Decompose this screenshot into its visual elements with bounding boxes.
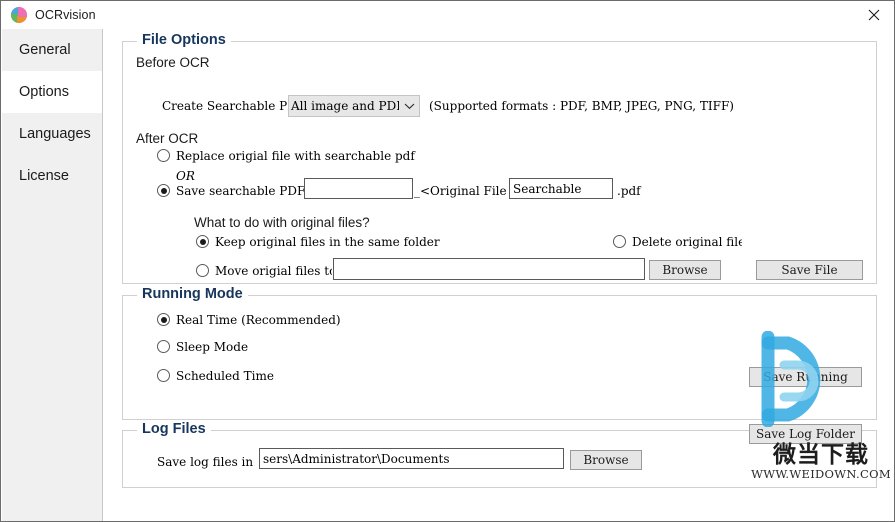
sleep-mode-radio[interactable]	[157, 340, 170, 353]
sidebar: General Options Languages License	[2, 29, 103, 521]
sidebar-item-general[interactable]: General	[2, 29, 102, 71]
log-path-input[interactable]: sers\Administrator\Documents	[259, 448, 564, 469]
log-files-title: Log Files	[137, 421, 211, 437]
sidebar-item-label: Options	[19, 84, 69, 100]
sleep-mode-label: Sleep Mode	[176, 340, 249, 354]
close-icon	[868, 9, 880, 21]
delete-original-radio[interactable]	[613, 235, 626, 248]
chevron-down-icon	[399, 102, 419, 110]
content-area: File Options Before OCR Create Searchabl…	[104, 29, 894, 521]
browse-log-path-button[interactable]: Browse	[570, 450, 642, 470]
keep-original-radio[interactable]	[196, 235, 209, 248]
before-ocr-heading: Before OCR	[136, 55, 210, 70]
move-original-label: Move origial files to	[215, 264, 332, 278]
scheduled-time-label: Scheduled Time	[176, 369, 274, 383]
pdf-prefix-input[interactable]	[304, 178, 413, 199]
save-file-button[interactable]: Save File	[756, 260, 863, 280]
running-mode-title: Running Mode	[137, 286, 248, 302]
format-combobox-value: All image and PDF files	[291, 99, 399, 113]
format-combobox[interactable]: All image and PDF files	[288, 95, 420, 117]
replace-original-label: Replace origial file with searchable pdf	[176, 149, 415, 163]
delete-original-label: Delete original files	[632, 235, 742, 249]
sidebar-item-label: License	[19, 168, 69, 184]
pdf-suffix-value: Searchable	[513, 181, 582, 196]
save-log-folder-button[interactable]: Save Log Folder	[749, 424, 862, 444]
save-log-files-label: Save log files in	[157, 455, 254, 469]
move-path-input[interactable]	[333, 258, 645, 280]
browse-move-path-button[interactable]: Browse	[649, 260, 721, 280]
log-path-value: sers\Administrator\Documents	[263, 451, 450, 466]
save-running-button[interactable]: Save Running	[749, 367, 862, 387]
title-bar: OCRvision	[1, 1, 894, 29]
ocrvision-logo-icon	[11, 7, 27, 23]
or-separator-label: OR	[176, 169, 195, 183]
supported-formats-label: (Supported formats : PDF, BMP, JPEG, PNG…	[429, 99, 734, 113]
move-original-radio[interactable]	[196, 264, 209, 277]
scheduled-time-radio[interactable]	[157, 369, 170, 382]
application-window: OCRvision General Options Languages Lice…	[0, 0, 895, 522]
original-files-question: What to do with original files?	[194, 215, 370, 230]
close-button[interactable]	[852, 1, 894, 29]
sidebar-item-label: Languages	[19, 126, 91, 142]
create-searchable-pdf-label: Create Searchable PDF from	[162, 99, 288, 113]
sidebar-item-options[interactable]: Options	[2, 71, 102, 113]
keep-original-label: Keep original files in the same folder	[215, 235, 440, 249]
pdf-extension-label: .pdf	[617, 184, 641, 198]
real-time-label: Real Time (Recommended)	[176, 313, 341, 327]
replace-original-radio[interactable]	[157, 149, 170, 162]
file-options-title: File Options	[137, 32, 231, 48]
sidebar-item-license[interactable]: License	[2, 155, 102, 197]
save-searchable-pdf-label: Save searchable PDF as	[176, 184, 304, 198]
sidebar-item-label: General	[19, 42, 71, 58]
window-title: OCRvision	[35, 8, 96, 22]
sidebar-item-languages[interactable]: Languages	[2, 113, 102, 155]
real-time-radio[interactable]	[157, 313, 170, 326]
save-searchable-pdf-radio[interactable]	[157, 184, 170, 197]
original-file-name-label: _<Original File Name>_	[414, 184, 513, 198]
after-ocr-heading: After OCR	[136, 131, 199, 146]
pdf-suffix-input[interactable]: Searchable	[509, 178, 613, 199]
